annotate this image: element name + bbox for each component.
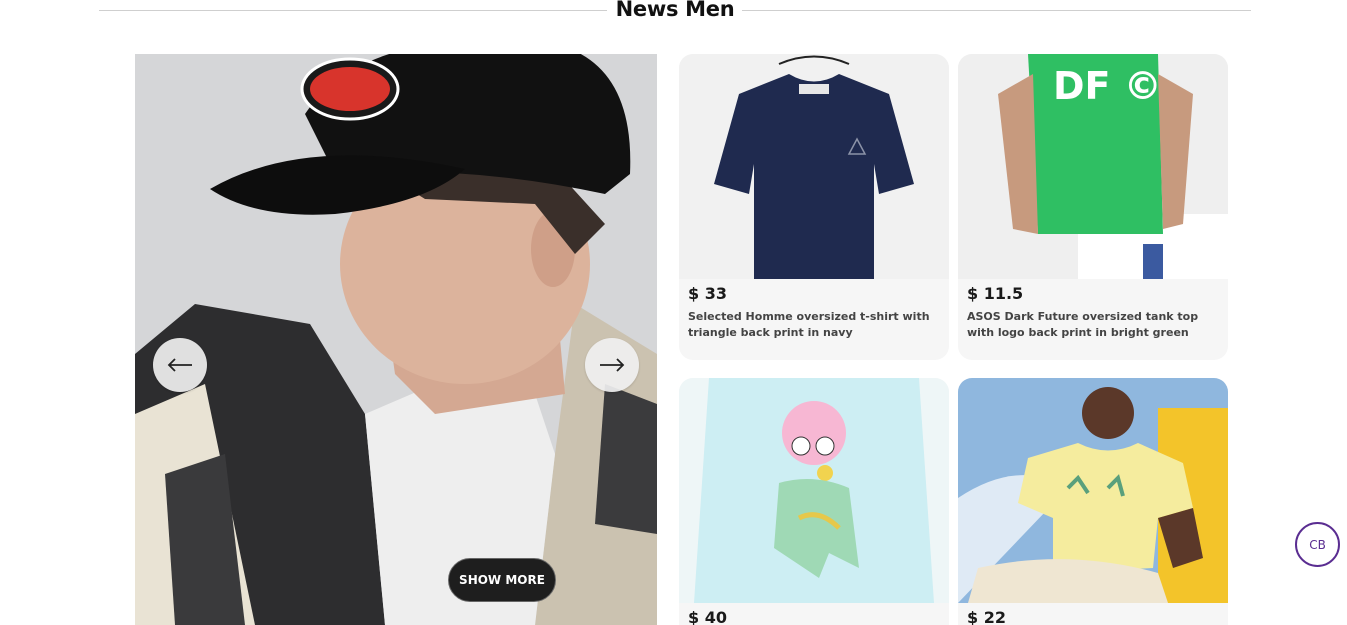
product-price: $ 40 — [688, 608, 727, 625]
product-price: $ 22 — [967, 608, 1006, 625]
hero-banner-image[interactable]: SHOW MORE — [135, 54, 657, 625]
product-image[interactable] — [958, 378, 1228, 603]
product-card[interactable]: DF © $ 11.5 ASOS Dark Future oversized t… — [958, 54, 1228, 360]
arrow-left-icon — [167, 358, 192, 372]
product-image[interactable] — [679, 378, 949, 603]
show-more-button[interactable]: SHOW MORE — [448, 558, 556, 602]
product-card[interactable]: $ 22 — [958, 378, 1228, 625]
product-name[interactable]: ASOS Dark Future oversized tank top with… — [967, 309, 1217, 341]
arrow-right-icon — [600, 358, 625, 372]
product-card[interactable]: $ 40 — [679, 378, 949, 625]
product-image[interactable] — [679, 54, 949, 279]
hero-illustration — [135, 54, 657, 625]
product-image[interactable]: DF © — [958, 54, 1228, 279]
product-card[interactable]: $ 33 Selected Homme oversized t-shirt wi… — [679, 54, 949, 360]
tank-print-text: DF © — [1053, 64, 1162, 108]
divider-right — [742, 10, 1251, 11]
product-price: $ 11.5 — [967, 284, 1024, 303]
section-header: News Men — [99, 0, 1251, 22]
floating-cb-button[interactable]: CB — [1295, 522, 1340, 567]
carousel-prev-button[interactable] — [153, 338, 207, 392]
product-price: $ 33 — [688, 284, 727, 303]
carousel-next-button[interactable] — [585, 338, 639, 392]
product-name[interactable]: Selected Homme oversized t-shirt with tr… — [688, 309, 938, 341]
